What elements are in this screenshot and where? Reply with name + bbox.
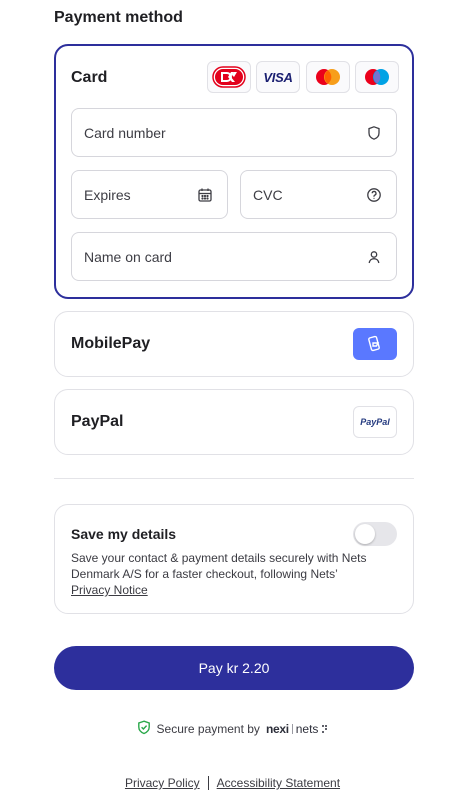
privacy-policy-link[interactable]: Privacy Policy [125, 776, 200, 790]
toggle-knob [355, 524, 375, 544]
nexi-logo-text: nexi [265, 722, 289, 736]
name-on-card-input[interactable] [84, 233, 354, 280]
secure-payment-note: Secure payment by nexi nets [0, 720, 465, 738]
paypal-icon: PayPal [353, 406, 397, 438]
card-payment-option[interactable]: Card VISA [54, 44, 414, 299]
calendar-icon [197, 187, 213, 203]
paypal-option[interactable]: PayPal PayPal [54, 389, 414, 455]
visa-logo-text: VISA [263, 69, 293, 85]
shield-check-icon [137, 720, 151, 738]
save-description-text: Save your contact & payment details secu… [71, 551, 367, 581]
mobilepay-option[interactable]: MobilePay [54, 311, 414, 377]
cvc-input[interactable] [253, 171, 363, 218]
help-circle-icon[interactable] [366, 187, 382, 203]
mobilepay-icon [353, 328, 397, 360]
shield-icon [366, 125, 382, 141]
nets-dots-icon [322, 725, 328, 733]
nexi-nets-logo: nexi nets [266, 722, 329, 736]
expires-input[interactable] [84, 171, 194, 218]
card-number-field[interactable] [71, 108, 397, 157]
paypal-label: PayPal [71, 413, 124, 430]
save-details-title: Save my details [71, 526, 177, 542]
privacy-notice-link[interactable]: Privacy Notice [71, 583, 148, 597]
nets-logo-text: nets [295, 722, 319, 736]
name-on-card-field[interactable] [71, 232, 397, 281]
pay-button[interactable]: Pay kr 2.20 [54, 646, 414, 690]
maestro-icon [355, 61, 399, 93]
mastercard-icon [306, 61, 350, 93]
section-title: Payment method [54, 9, 183, 26]
footer-links: Privacy Policy Accessibility Statement [0, 776, 465, 790]
dankort-icon [207, 61, 251, 93]
footer-separator [207, 776, 209, 790]
paypal-logo-text: PayPal [360, 417, 390, 427]
user-icon [366, 249, 382, 265]
card-number-input[interactable] [84, 109, 354, 156]
expires-field[interactable] [71, 170, 228, 219]
divider [54, 478, 414, 479]
save-details-panel: Save my details Save your contact & paym… [54, 504, 414, 614]
card-option-label: Card [71, 69, 108, 86]
cvc-field[interactable] [240, 170, 397, 219]
mobilepay-label: MobilePay [71, 335, 151, 352]
save-details-toggle[interactable] [353, 522, 397, 546]
checkout-page: Payment method Card VISA Card number Exp… [0, 0, 465, 812]
secure-payment-text: Secure payment by [156, 722, 260, 736]
save-details-description: Save your contact & payment details secu… [71, 550, 371, 598]
brand-separator [291, 724, 293, 734]
visa-icon: VISA [256, 61, 300, 93]
accessibility-statement-link[interactable]: Accessibility Statement [217, 776, 340, 790]
